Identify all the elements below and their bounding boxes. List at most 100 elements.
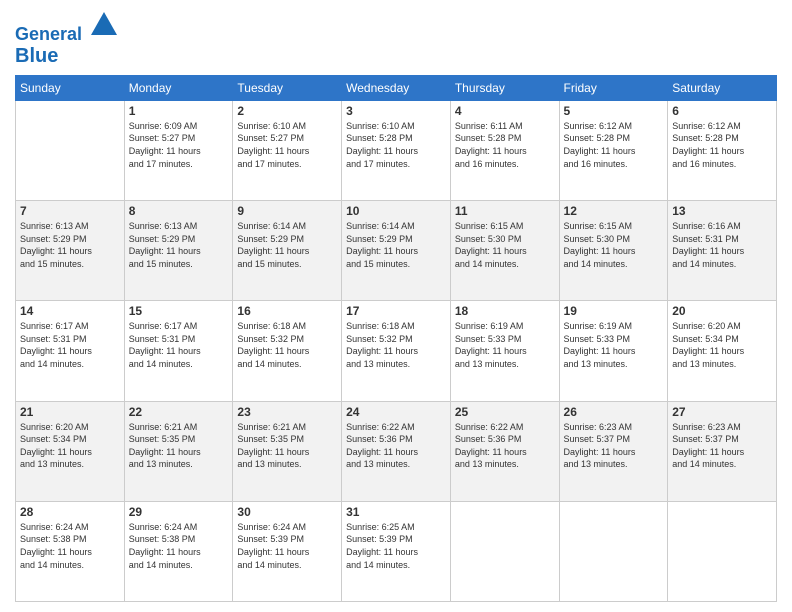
day-number: 30 <box>237 505 337 519</box>
day-cell: 4 Sunrise: 6:11 AM Sunset: 5:28 PM Daylig… <box>450 100 559 200</box>
day-info: Sunrise: 6:15 AM Sunset: 5:30 PM Dayligh… <box>564 220 664 270</box>
day-info: Sunrise: 6:15 AM Sunset: 5:30 PM Dayligh… <box>455 220 555 270</box>
day-cell: 1 Sunrise: 6:09 AM Sunset: 5:27 PM Daylig… <box>124 100 233 200</box>
day-info: Sunrise: 6:17 AM Sunset: 5:31 PM Dayligh… <box>129 320 229 370</box>
day-info: Sunrise: 6:17 AM Sunset: 5:31 PM Dayligh… <box>20 320 120 370</box>
day-number: 16 <box>237 304 337 318</box>
week-row-4: 21 Sunrise: 6:20 AM Sunset: 5:34 PM Dayli… <box>16 401 777 501</box>
day-number: 21 <box>20 405 120 419</box>
day-number: 1 <box>129 104 229 118</box>
day-cell: 15 Sunrise: 6:17 AM Sunset: 5:31 PM Dayli… <box>124 301 233 401</box>
day-number: 25 <box>455 405 555 419</box>
day-number: 23 <box>237 405 337 419</box>
day-info: Sunrise: 6:22 AM Sunset: 5:36 PM Dayligh… <box>346 421 446 471</box>
day-number: 5 <box>564 104 664 118</box>
day-info: Sunrise: 6:20 AM Sunset: 5:34 PM Dayligh… <box>672 320 772 370</box>
day-info: Sunrise: 6:25 AM Sunset: 5:39 PM Dayligh… <box>346 521 446 571</box>
day-number: 31 <box>346 505 446 519</box>
week-row-1: 1 Sunrise: 6:09 AM Sunset: 5:27 PM Daylig… <box>16 100 777 200</box>
day-info: Sunrise: 6:12 AM Sunset: 5:28 PM Dayligh… <box>672 120 772 170</box>
day-info: Sunrise: 6:10 AM Sunset: 5:28 PM Dayligh… <box>346 120 446 170</box>
weekday-sunday: Sunday <box>16 75 125 100</box>
day-cell: 8 Sunrise: 6:13 AM Sunset: 5:29 PM Daylig… <box>124 201 233 301</box>
day-cell: 12 Sunrise: 6:15 AM Sunset: 5:30 PM Dayli… <box>559 201 668 301</box>
day-number: 6 <box>672 104 772 118</box>
day-cell: 7 Sunrise: 6:13 AM Sunset: 5:29 PM Daylig… <box>16 201 125 301</box>
day-cell: 9Sunrise: 6:14 AM Sunset: 5:29 PM Daylig… <box>233 201 342 301</box>
week-row-3: 14 Sunrise: 6:17 AM Sunset: 5:31 PM Dayli… <box>16 301 777 401</box>
day-info: Sunrise: 6:16 AM Sunset: 5:31 PM Dayligh… <box>672 220 772 270</box>
day-cell: 17 Sunrise: 6:18 AM Sunset: 5:32 PM Dayli… <box>342 301 451 401</box>
day-number: 19 <box>564 304 664 318</box>
day-cell: 29 Sunrise: 6:24 AM Sunset: 5:38 PM Dayli… <box>124 501 233 601</box>
day-cell: 11 Sunrise: 6:15 AM Sunset: 5:30 PM Dayli… <box>450 201 559 301</box>
week-row-2: 7 Sunrise: 6:13 AM Sunset: 5:29 PM Daylig… <box>16 201 777 301</box>
day-number: 20 <box>672 304 772 318</box>
day-info: Sunrise: 6:13 AM Sunset: 5:29 PM Dayligh… <box>129 220 229 270</box>
day-info: Sunrise: 6:13 AM Sunset: 5:29 PM Dayligh… <box>20 220 120 270</box>
day-number: 7 <box>20 204 120 218</box>
day-info: Sunrise: 6:21 AM Sunset: 5:35 PM Dayligh… <box>129 421 229 471</box>
day-cell: 31 Sunrise: 6:25 AM Sunset: 5:39 PM Dayli… <box>342 501 451 601</box>
day-info: Sunrise: 6:14 AM Sunset: 5:29 PM Dayligh… <box>346 220 446 270</box>
day-cell: 19 Sunrise: 6:19 AM Sunset: 5:33 PM Dayli… <box>559 301 668 401</box>
calendar-table: SundayMondayTuesdayWednesdayThursdayFrid… <box>15 75 777 602</box>
day-cell: 16Sunrise: 6:18 AM Sunset: 5:32 PM Dayli… <box>233 301 342 401</box>
day-info: Sunrise: 6:09 AM Sunset: 5:27 PM Dayligh… <box>129 120 229 170</box>
day-number: 3 <box>346 104 446 118</box>
day-cell: 27Sunrise: 6:23 AM Sunset: 5:37 PM Dayli… <box>668 401 777 501</box>
day-number: 29 <box>129 505 229 519</box>
day-cell: 6 Sunrise: 6:12 AM Sunset: 5:28 PM Daylig… <box>668 100 777 200</box>
day-number: 10 <box>346 204 446 218</box>
day-info: Sunrise: 6:24 AM Sunset: 5:38 PM Dayligh… <box>129 521 229 571</box>
day-cell: 10 Sunrise: 6:14 AM Sunset: 5:29 PM Dayli… <box>342 201 451 301</box>
day-cell: 22 Sunrise: 6:21 AM Sunset: 5:35 PM Dayli… <box>124 401 233 501</box>
day-number: 27 <box>672 405 772 419</box>
day-cell <box>559 501 668 601</box>
day-info: Sunrise: 6:21 AM Sunset: 5:35 PM Dayligh… <box>237 421 337 471</box>
day-cell <box>668 501 777 601</box>
day-info: Sunrise: 6:19 AM Sunset: 5:33 PM Dayligh… <box>564 320 664 370</box>
logo: General Blue <box>15 10 119 67</box>
day-cell: 18Sunrise: 6:19 AM Sunset: 5:33 PM Dayli… <box>450 301 559 401</box>
weekday-wednesday: Wednesday <box>342 75 451 100</box>
logo-icon <box>89 10 119 40</box>
logo-text: General <box>15 10 119 45</box>
day-number: 22 <box>129 405 229 419</box>
day-info: Sunrise: 6:20 AM Sunset: 5:34 PM Dayligh… <box>20 421 120 471</box>
day-cell: 24 Sunrise: 6:22 AM Sunset: 5:36 PM Dayli… <box>342 401 451 501</box>
header: General Blue <box>15 10 777 67</box>
day-cell: 21 Sunrise: 6:20 AM Sunset: 5:34 PM Dayli… <box>16 401 125 501</box>
day-cell: 14 Sunrise: 6:17 AM Sunset: 5:31 PM Dayli… <box>16 301 125 401</box>
weekday-friday: Friday <box>559 75 668 100</box>
day-number: 4 <box>455 104 555 118</box>
weekday-thursday: Thursday <box>450 75 559 100</box>
day-info: Sunrise: 6:11 AM Sunset: 5:28 PM Dayligh… <box>455 120 555 170</box>
day-number: 24 <box>346 405 446 419</box>
day-cell: 23 Sunrise: 6:21 AM Sunset: 5:35 PM Dayli… <box>233 401 342 501</box>
weekday-tuesday: Tuesday <box>233 75 342 100</box>
day-number: 14 <box>20 304 120 318</box>
day-number: 12 <box>564 204 664 218</box>
day-cell: 26Sunrise: 6:23 AM Sunset: 5:37 PM Dayli… <box>559 401 668 501</box>
week-row-5: 28Sunrise: 6:24 AM Sunset: 5:38 PM Dayli… <box>16 501 777 601</box>
day-info: Sunrise: 6:18 AM Sunset: 5:32 PM Dayligh… <box>346 320 446 370</box>
day-number: 17 <box>346 304 446 318</box>
weekday-monday: Monday <box>124 75 233 100</box>
logo-blue: Blue <box>15 45 119 67</box>
weekday-saturday: Saturday <box>668 75 777 100</box>
day-number: 15 <box>129 304 229 318</box>
day-cell <box>16 100 125 200</box>
day-number: 13 <box>672 204 772 218</box>
day-number: 8 <box>129 204 229 218</box>
day-info: Sunrise: 6:19 AM Sunset: 5:33 PM Dayligh… <box>455 320 555 370</box>
day-info: Sunrise: 6:24 AM Sunset: 5:39 PM Dayligh… <box>237 521 337 571</box>
day-cell: 13 Sunrise: 6:16 AM Sunset: 5:31 PM Dayli… <box>668 201 777 301</box>
day-cell: 25 Sunrise: 6:22 AM Sunset: 5:36 PM Dayli… <box>450 401 559 501</box>
day-number: 11 <box>455 204 555 218</box>
day-cell: 28Sunrise: 6:24 AM Sunset: 5:38 PM Dayli… <box>16 501 125 601</box>
day-cell <box>450 501 559 601</box>
day-info: Sunrise: 6:22 AM Sunset: 5:36 PM Dayligh… <box>455 421 555 471</box>
day-cell: 3 Sunrise: 6:10 AM Sunset: 5:28 PM Daylig… <box>342 100 451 200</box>
day-info: Sunrise: 6:14 AM Sunset: 5:29 PM Dayligh… <box>237 220 337 270</box>
